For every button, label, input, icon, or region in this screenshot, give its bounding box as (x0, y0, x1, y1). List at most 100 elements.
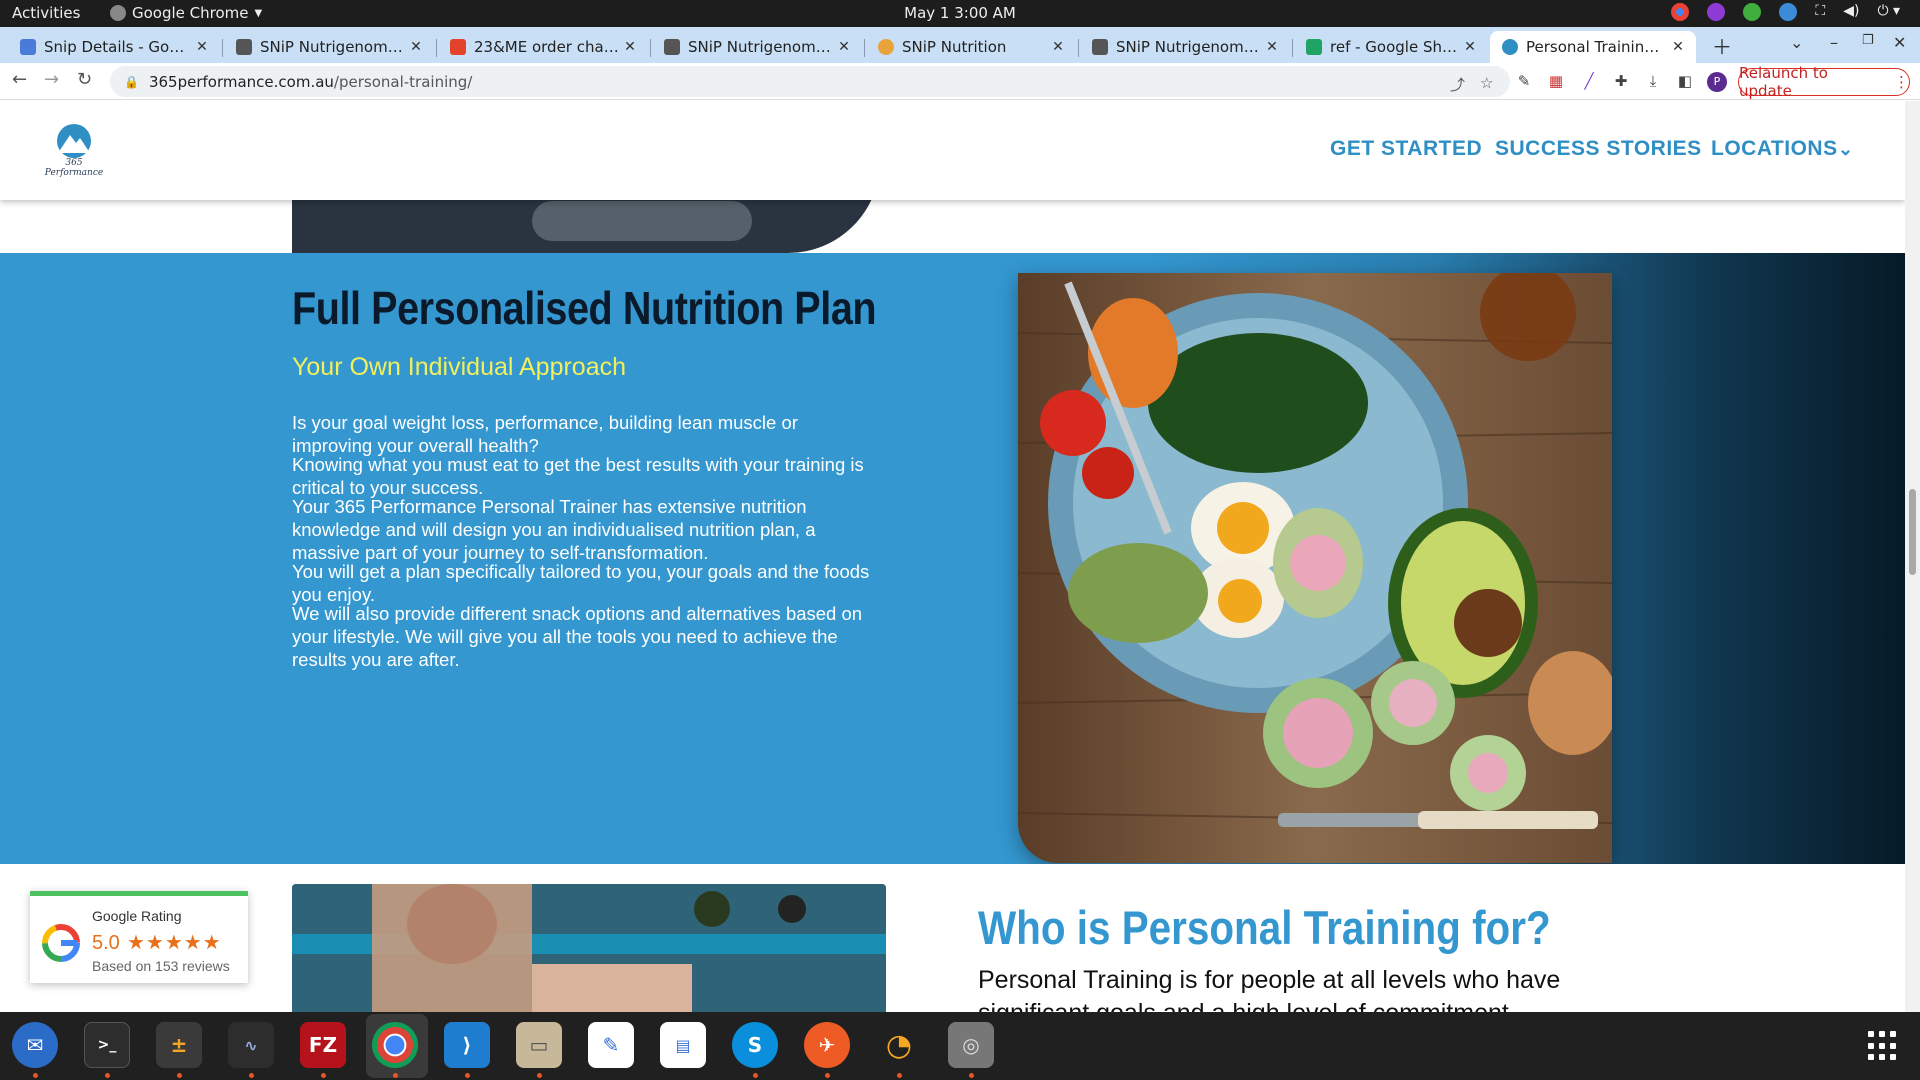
rating-title: Google Rating (92, 908, 182, 924)
tab-23andme[interactable]: 23&ME order changes ✕ (438, 31, 648, 63)
power-icon[interactable]: ⏻ ▾ (1877, 3, 1900, 21)
tab-snip-admin-1[interactable]: SNiP Nutrigenomics Admin ✕ (224, 31, 434, 63)
close-icon[interactable]: ✕ (834, 39, 854, 55)
relaunch-button[interactable]: Relaunch to update ⋮ (1738, 64, 1910, 100)
hero-image-detail (532, 201, 752, 241)
nutrition-subheading: Your Own Individual Approach (292, 353, 627, 381)
reload-icon[interactable]: ↻ (77, 69, 92, 90)
chrome-icon[interactable] (372, 1022, 418, 1068)
tab-strip: Snip Details - Google Docs ✕ SNiP Nutrig… (0, 27, 1920, 63)
google-g-icon (42, 924, 80, 962)
snip-icon (1092, 39, 1108, 55)
tab-title: Personal Training » 365 Performance (1526, 38, 1668, 56)
sheets-icon (1306, 39, 1322, 55)
system-monitor-icon[interactable]: ∿ (228, 1022, 274, 1068)
calendar-extension-icon[interactable]: ▦ (1547, 72, 1565, 90)
tab-snip-details[interactable]: Snip Details - Google Docs ✕ (8, 31, 220, 63)
lock-icon[interactable]: 🔒 (124, 75, 139, 89)
activities-button[interactable]: Activities (12, 4, 80, 22)
healthy-food-photo (1018, 273, 1612, 863)
blender-icon[interactable]: ◔ (876, 1022, 922, 1068)
chrome-tray-icon[interactable] (1671, 3, 1690, 21)
chevron-down-icon[interactable]: ⌄ (1838, 139, 1854, 160)
tab-title: ref - Google Sheets (1330, 38, 1460, 56)
profile-avatar[interactable]: P (1707, 72, 1727, 92)
trainer-photo (292, 884, 886, 1012)
download-icon[interactable]: ⤓ (1644, 72, 1662, 90)
rating-reviews: Based on 153 reviews (92, 958, 230, 974)
nav-locations[interactable]: LOCATIONS (1711, 137, 1838, 161)
tab-search-icon[interactable]: ⌄ (1790, 33, 1803, 52)
close-icon[interactable]: ✕ (620, 39, 640, 55)
close-icon[interactable]: ✕ (1460, 39, 1480, 55)
google-rating-badge[interactable]: Google Rating 5.0 ★★★★★ Based on 153 rev… (30, 891, 248, 983)
page-scrollbar[interactable] (1905, 101, 1920, 1012)
nutrition-section: Full Personalised Nutrition Plan Your Ow… (0, 253, 1905, 864)
thunderbird-icon[interactable]: ✉ (12, 1022, 58, 1068)
tab-personal-training[interactable]: Personal Training » 365 Performance ✕ (1490, 31, 1696, 63)
tab-snip-nutrition[interactable]: SNiP Nutrition ✕ (866, 31, 1076, 63)
more-menu-icon[interactable]: ⋮ (1894, 73, 1909, 91)
network-icon[interactable]: ⛶ (1815, 3, 1825, 21)
postman-icon[interactable]: ✈ (804, 1022, 850, 1068)
text-editor-icon[interactable]: ✎ (588, 1022, 634, 1068)
window-close-icon[interactable]: ✕ (1893, 33, 1906, 52)
site-logo[interactable]: 365 Performance (38, 123, 110, 178)
tab-ref-sheets[interactable]: ref - Google Sheets ✕ (1294, 31, 1488, 63)
page-viewport: 365 Performance GET STARTED SUCCESS STOR… (0, 101, 1905, 1012)
dock: ✉ >_ ± ∿ FZ ⟩ ▭ ✎ ▤ S ✈ ◔ ◎ (0, 1012, 1920, 1080)
vscode-icon[interactable]: ⟩ (444, 1022, 490, 1068)
close-icon[interactable]: ✕ (192, 39, 212, 55)
filezilla-icon[interactable]: FZ (300, 1022, 346, 1068)
document-viewer-icon[interactable]: ▤ (660, 1022, 706, 1068)
close-icon[interactable]: ✕ (1262, 39, 1282, 55)
tab-title: SNiP Nutrigenomics Admin (260, 38, 406, 56)
share-icon[interactable]: ⤴ (1450, 74, 1465, 95)
scrollbar-thumb[interactable] (1909, 489, 1916, 575)
system-tray[interactable]: ⛶ ◀) ⏻ ▾ (1671, 3, 1900, 21)
extensions-puzzle-icon[interactable]: ✚ (1612, 72, 1630, 90)
side-panel-icon[interactable]: ◧ (1676, 72, 1694, 90)
forward-icon[interactable]: → (44, 69, 59, 90)
nutrition-paragraph: Knowing what you must eat to get the bes… (292, 454, 864, 498)
close-icon[interactable]: ✕ (406, 39, 426, 55)
rating-score: 5.0 (92, 932, 120, 954)
pen-extension-icon[interactable]: ╱ (1580, 72, 1598, 90)
back-icon[interactable]: ← (12, 69, 27, 90)
app-tray-icon[interactable] (1707, 3, 1726, 21)
docs-icon (20, 39, 36, 55)
tab-title: SNiP Nutrigenomics Admin (1116, 38, 1262, 56)
nutrition-paragraph: You will get a plan specifically tailore… (292, 561, 870, 605)
who-paragraph: Personal Training is for people at all l… (978, 966, 1561, 1012)
tab-snip-admin-2[interactable]: SNiP Nutrigenomics Admin ✕ (652, 31, 862, 63)
tab-title: 23&ME order changes (474, 38, 620, 56)
browser-toolbar: ← → ↻ 🔒 365performance.com.au/personal-t… (0, 63, 1920, 100)
address-bar[interactable]: 🔒 365performance.com.au/personal-trainin… (110, 66, 1510, 97)
logo-text: 365 Performance (44, 158, 104, 178)
eyedropper-extension-icon[interactable]: ✎ (1515, 72, 1533, 90)
x-tray-icon[interactable] (1779, 3, 1798, 21)
close-icon[interactable]: ✕ (1668, 39, 1688, 55)
restore-icon[interactable]: ❐ (1862, 33, 1874, 48)
gym-trainer-image (292, 884, 886, 1012)
disks-icon[interactable]: ◎ (948, 1022, 994, 1068)
new-tab-icon[interactable]: ＋ (1712, 31, 1732, 60)
url-host: 365performance.com.au (148, 72, 334, 91)
nutrition-paragraph: Your 365 Performance Personal Trainer ha… (292, 496, 816, 563)
show-applications-icon[interactable] (1868, 1031, 1898, 1061)
skype-icon[interactable]: S (732, 1022, 778, 1068)
minimize-icon[interactable]: – (1830, 33, 1838, 52)
bookmark-star-icon[interactable]: ☆ (1480, 74, 1493, 92)
clock[interactable]: May 1 3:00 AM (0, 4, 1920, 22)
close-icon[interactable]: ✕ (1048, 39, 1068, 55)
files-icon[interactable]: ▭ (516, 1022, 562, 1068)
url-path: /personal-training/ (333, 72, 473, 91)
tab-snip-admin-3[interactable]: SNiP Nutrigenomics Admin ✕ (1080, 31, 1290, 63)
app-menu[interactable]: Google Chrome ▼ (110, 4, 262, 22)
update-tray-icon[interactable] (1743, 3, 1762, 21)
volume-icon[interactable]: ◀) (1843, 3, 1859, 21)
nav-get-started[interactable]: GET STARTED (1330, 137, 1482, 161)
terminal-icon[interactable]: >_ (84, 1022, 130, 1068)
nav-success-stories[interactable]: SUCCESS STORIES (1495, 137, 1702, 161)
calculator-icon[interactable]: ± (156, 1022, 202, 1068)
